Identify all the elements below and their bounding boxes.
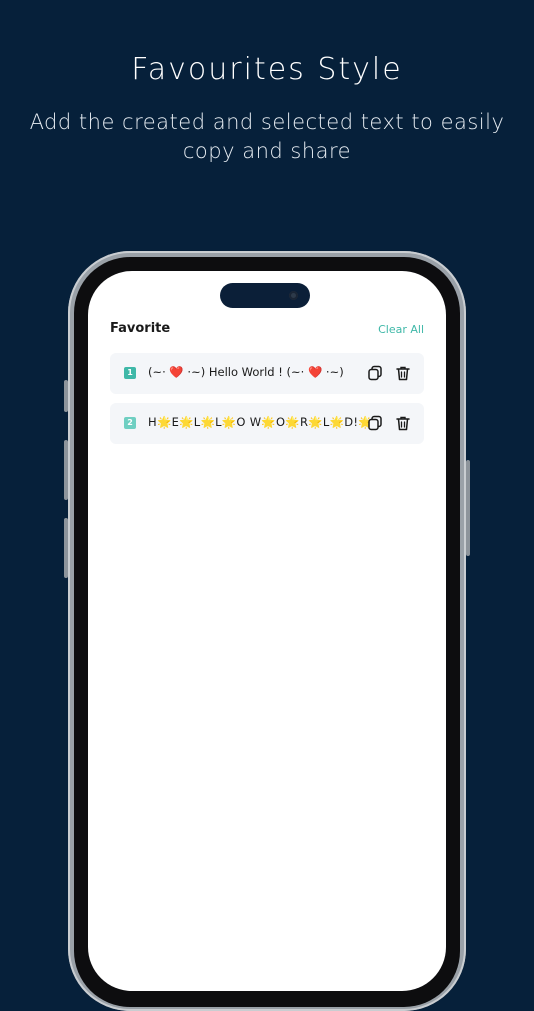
trash-icon[interactable] bbox=[394, 414, 412, 432]
item-text: (~· ❤️ ·~) Hello World ! (~· ❤️ ·~) bbox=[148, 365, 344, 379]
clear-all-button[interactable]: Clear All bbox=[378, 323, 424, 336]
item-index-badge: 2 bbox=[124, 417, 136, 429]
trash-icon[interactable] bbox=[394, 364, 412, 382]
copy-icon[interactable] bbox=[366, 414, 384, 432]
copy-icon[interactable] bbox=[366, 364, 384, 382]
page-title: Favorite bbox=[110, 321, 171, 336]
list-item[interactable]: 2 H🌟E🌟L🌟L🌟O W🌟O🌟R🌟L🌟D!🌟 bbox=[110, 403, 424, 444]
camera-icon bbox=[289, 291, 298, 300]
list-item[interactable]: 1 (~· ❤️ ·~) Hello World ! (~· ❤️ ·~) bbox=[110, 353, 424, 394]
favorites-list: 1 (~· ❤️ ·~) Hello World ! (~· ❤️ ·~) 2 … bbox=[110, 353, 424, 453]
phone-side-button bbox=[64, 440, 68, 500]
phone-side-button bbox=[64, 380, 68, 412]
promo-title: Favourites Style bbox=[131, 52, 403, 87]
dynamic-island bbox=[220, 283, 310, 308]
phone-side-button bbox=[64, 518, 68, 578]
item-index-badge: 1 bbox=[124, 367, 136, 379]
promo-subtitle: Add the created and selected text to eas… bbox=[29, 110, 505, 163]
phone-side-button bbox=[466, 460, 470, 556]
item-text: H🌟E🌟L🌟L🌟O W🌟O🌟R🌟L🌟D!🌟 bbox=[148, 415, 373, 429]
phone-screen: Favorite Clear All 1 (~· ❤️ ·~) Hello Wo… bbox=[88, 271, 446, 991]
